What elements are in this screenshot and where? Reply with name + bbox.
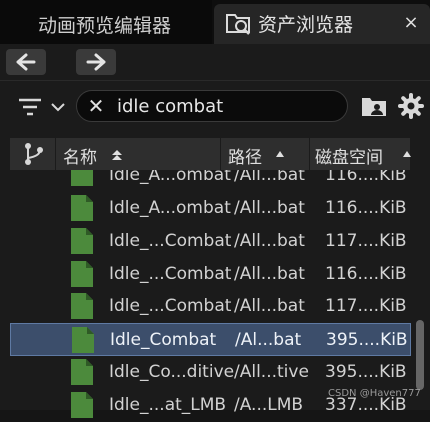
asset-name: Idle_Combat: [110, 330, 217, 350]
animation-asset-icon: [71, 228, 93, 254]
header-disk-size-label: 磁盘空间: [315, 148, 383, 168]
asset-name: Idle_...Combat: [109, 231, 232, 251]
asset-row[interactable]: Idle_Co...ditive/All...tive 395....KiB: [10, 356, 411, 389]
animation-asset-icon: [71, 170, 93, 186]
animation-asset-icon: [71, 392, 93, 418]
branch-icon: [25, 143, 43, 165]
tab-animation-preview-editor[interactable]: 动画预览编辑器: [0, 0, 212, 44]
header-path-column[interactable]: 路径: [221, 138, 310, 170]
tab-asset-browser[interactable]: 资产浏览器 ×: [214, 4, 430, 44]
asset-row[interactable]: Idle_A...ombat/All...bat 116....KiB: [10, 192, 411, 225]
filter-dropdown-button[interactable]: [16, 93, 68, 121]
asset-path: /All...bat: [234, 231, 305, 251]
asset-path: /A...LMB: [234, 395, 304, 415]
asset-disk-size: 395....KiB: [325, 362, 407, 382]
tab-label-animation-preview-editor: 动画预览编辑器: [38, 15, 172, 37]
asset-path: /All...bat: [234, 170, 305, 185]
animation-asset-icon: [72, 327, 94, 353]
asset-name: Idle_Co...ditive: [109, 362, 235, 382]
header-disk-size-column[interactable]: 磁盘空间: [310, 138, 411, 170]
animation-asset-icon: [71, 359, 93, 385]
asset-path: /Al...bat: [235, 330, 302, 350]
search-box: ✕: [76, 90, 348, 122]
vertical-scrollbar[interactable]: [416, 320, 424, 390]
asset-row[interactable]: Idle_A...ombat/All...bat 116....KiB: [10, 170, 411, 186]
asset-row[interactable]: Idle_...Combat/All...bat 117....KiB: [10, 225, 411, 258]
header-name-column[interactable]: 名称: [56, 138, 221, 170]
asset-name: Idle_...Combat: [109, 296, 232, 316]
asset-disk-size: 116....KiB: [325, 198, 407, 218]
asset-row[interactable]: Idle_Combat/Al...bat 395....KiB: [10, 323, 411, 356]
asset-path: /All...tive: [234, 362, 309, 382]
asset-name: Idle_...Combat: [109, 264, 232, 284]
asset-path: /All...bat: [234, 198, 305, 218]
back-arrow-icon: [16, 53, 36, 71]
asset-disk-size: 117....KiB: [325, 231, 407, 251]
header-name-label: 名称: [63, 148, 97, 168]
asset-name: Idle_...at_LMB: [109, 395, 227, 415]
asset-path: /All...bat: [234, 264, 305, 284]
folder-user-button[interactable]: [360, 94, 388, 118]
toolbar-divider: [0, 80, 430, 81]
tab-label-asset-browser: 资产浏览器: [258, 14, 354, 36]
header-path-label: 路径: [228, 148, 262, 168]
forward-arrow-icon: [86, 53, 106, 71]
asset-browser-icon: [226, 14, 250, 35]
asset-disk-size: 117....KiB: [325, 296, 407, 316]
asset-list-header: 名称 路径 磁盘空间: [10, 138, 411, 170]
clear-search-icon[interactable]: ✕: [86, 95, 106, 117]
filter-icon: [19, 98, 41, 116]
asset-disk-size: 116....KiB: [325, 264, 407, 284]
settings-button[interactable]: [398, 93, 424, 119]
search-input[interactable]: [117, 93, 337, 119]
back-button[interactable]: [6, 49, 46, 75]
forward-button[interactable]: [76, 49, 116, 75]
header-branch-column[interactable]: [10, 138, 56, 170]
asset-name: Idle_A...ombat: [109, 170, 231, 185]
close-tab-icon[interactable]: ×: [399, 11, 423, 35]
gear-icon: [398, 93, 424, 119]
folder-user-icon: [362, 98, 386, 116]
watermark: CSDN @Haven777: [328, 388, 421, 399]
asset-row[interactable]: Idle_...Combat/All...bat 117....KiB: [10, 290, 411, 323]
sort-ascending-icon: [112, 150, 122, 160]
animation-asset-icon: [71, 195, 93, 221]
sort-indicator-icon: [403, 151, 411, 157]
asset-disk-size: 116....KiB: [325, 170, 407, 185]
sort-indicator-icon: [276, 151, 284, 157]
animation-asset-icon: [71, 261, 93, 287]
asset-path: /All...bat: [234, 296, 305, 316]
asset-name: Idle_A...ombat: [109, 198, 231, 218]
chevron-down-icon: [51, 103, 65, 112]
asset-disk-size: 395....KiB: [326, 330, 408, 350]
animation-asset-icon: [71, 293, 93, 319]
asset-row[interactable]: Idle_...Combat/All...bat 116....KiB: [10, 258, 411, 291]
